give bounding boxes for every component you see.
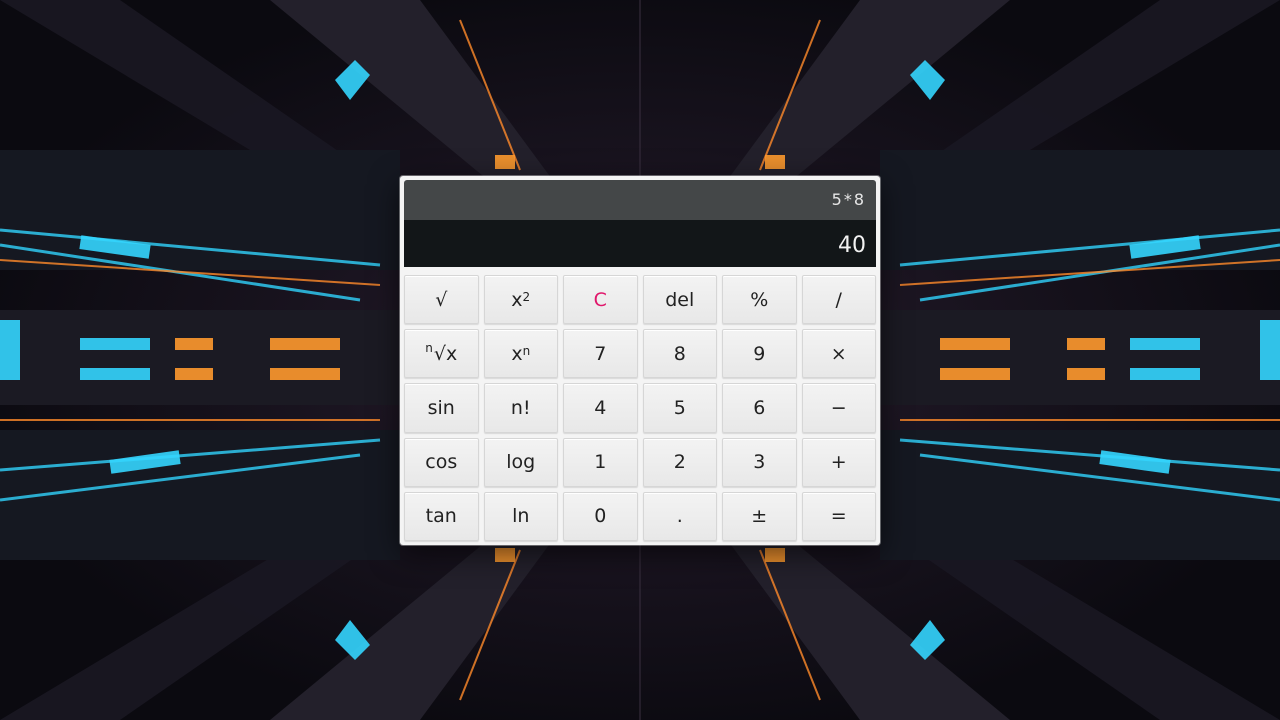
power-exponent: n <box>522 343 531 358</box>
ln-button[interactable]: ln <box>483 491 558 541</box>
result-display: 40 <box>404 220 876 267</box>
sqrt-button[interactable]: √ <box>404 275 479 325</box>
digit-0-button[interactable]: 0 <box>563 491 638 541</box>
power-button[interactable]: xn <box>483 329 558 379</box>
keypad: √ x 2 Cdel% / n √x x n 7 8 9 × sin n! 4 5 6− cos log 1 2 3 + tan… <box>404 275 876 541</box>
calculator-window: 5*8 40 √ x 2 Cdel% / n √x x n 7 8 9 × sin n! 4 5 6− cos log… <box>400 176 880 545</box>
subtract-button[interactable]: − <box>801 383 876 433</box>
add-button[interactable]: + <box>801 437 876 487</box>
digit-3-button[interactable]: 3 <box>722 437 797 487</box>
sign-toggle-button[interactable]: ± <box>722 491 797 541</box>
nth-root-button[interactable]: n √x <box>404 329 479 379</box>
log-button[interactable]: log <box>483 437 558 487</box>
digit-5-button[interactable]: 5 <box>642 383 717 433</box>
digit-4-button[interactable]: 4 <box>563 383 638 433</box>
expression-display: 5*8 <box>404 180 876 220</box>
digit-7-button[interactable]: 7 <box>563 329 638 379</box>
digit-2-button[interactable]: 2 <box>642 437 717 487</box>
square-exponent: 2 <box>522 289 531 304</box>
calculator-display: 5*8 40 <box>404 180 876 267</box>
sin-button[interactable]: sin <box>404 383 479 433</box>
digit-6-button[interactable]: 6 <box>722 383 797 433</box>
equals-button[interactable]: = <box>801 491 876 541</box>
percent-button[interactable]: % <box>722 275 797 325</box>
multiply-button[interactable]: × <box>801 329 876 379</box>
root-index: n <box>425 340 433 355</box>
factorial-button[interactable]: n! <box>483 383 558 433</box>
clear-button[interactable]: C <box>563 275 638 325</box>
decimal-button[interactable]: . <box>642 491 717 541</box>
tan-button[interactable]: tan <box>404 491 479 541</box>
digit-8-button[interactable]: 8 <box>642 329 717 379</box>
square-button[interactable]: x2 <box>483 275 558 325</box>
digit-9-button[interactable]: 9 <box>722 329 797 379</box>
square-base: x <box>511 288 523 311</box>
digit-1-button[interactable]: 1 <box>563 437 638 487</box>
root-label: √x <box>433 342 458 365</box>
delete-button[interactable]: del <box>642 275 717 325</box>
power-base: x <box>511 342 523 365</box>
divide-button[interactable]: / <box>801 275 876 325</box>
cos-button[interactable]: cos <box>404 437 479 487</box>
